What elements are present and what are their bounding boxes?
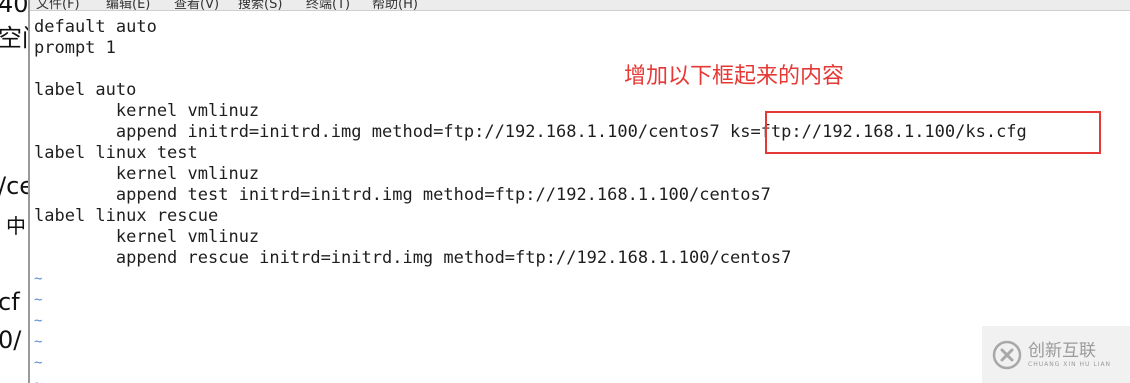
code-line: prompt 1 [34,38,116,58]
code-line: label linux rescue [34,206,219,226]
code-line: kernel vmlinuz [34,227,260,247]
empty-line-marker: ~ [34,355,43,371]
watermark: 创新互联 CHUANG XIN HU LIAN [982,326,1130,383]
empty-line-marker: ~ [34,374,1027,383]
terminal-window[interactable]: 文件(F) 编辑(E) 查看(V) 搜索(S) 终端(T) 帮助(H) defa… [28,0,1130,383]
background-text: 40: [0,0,28,18]
brand-logo-icon [992,340,1022,369]
terminal-menubar: 文件(F) 编辑(E) 查看(V) 搜索(S) 终端(T) 帮助(H) [30,0,1130,11]
background-text: 中 [6,214,26,238]
empty-line-marker: ~ [34,334,43,350]
menu-edit[interactable]: 编辑(E) [106,0,150,10]
menu-search[interactable]: 搜索(S) [238,0,282,10]
menu-file[interactable]: 文件(F) [36,0,80,10]
highlight-box [765,111,1101,154]
menu-help[interactable]: 帮助(H) [372,0,418,10]
code-line: append rescue initrd=initrd.img method=f… [34,248,792,268]
background-text: /ce [0,172,28,200]
code-line: default auto [34,17,157,37]
background-text: 空间 [0,24,28,52]
code-line: label auto [34,80,137,100]
menu-view[interactable]: 查看(V) [174,0,219,10]
annotation-text: 增加以下框起来的内容 [624,64,845,89]
background-text: 0/ [0,326,22,354]
background-text: cf [0,288,20,316]
empty-line-marker: ~ [34,271,43,287]
empty-line-marker: ~ [34,313,43,329]
watermark-title: 创新互联 [1028,341,1096,361]
watermark-subtitle: CHUANG XIN HU LIAN [1028,361,1112,368]
code-line: append test initrd=initrd.img method=ftp… [34,185,771,205]
menu-terminal[interactable]: 终端(T) [306,0,350,10]
terminal-text-area[interactable]: default auto prompt 1 label auto kernel … [34,17,1027,383]
code-line: kernel vmlinuz [34,164,260,184]
empty-line-marker: ~ [34,292,43,308]
background-document: 40: 空间 /ce 中 cf 0/ [0,0,28,383]
